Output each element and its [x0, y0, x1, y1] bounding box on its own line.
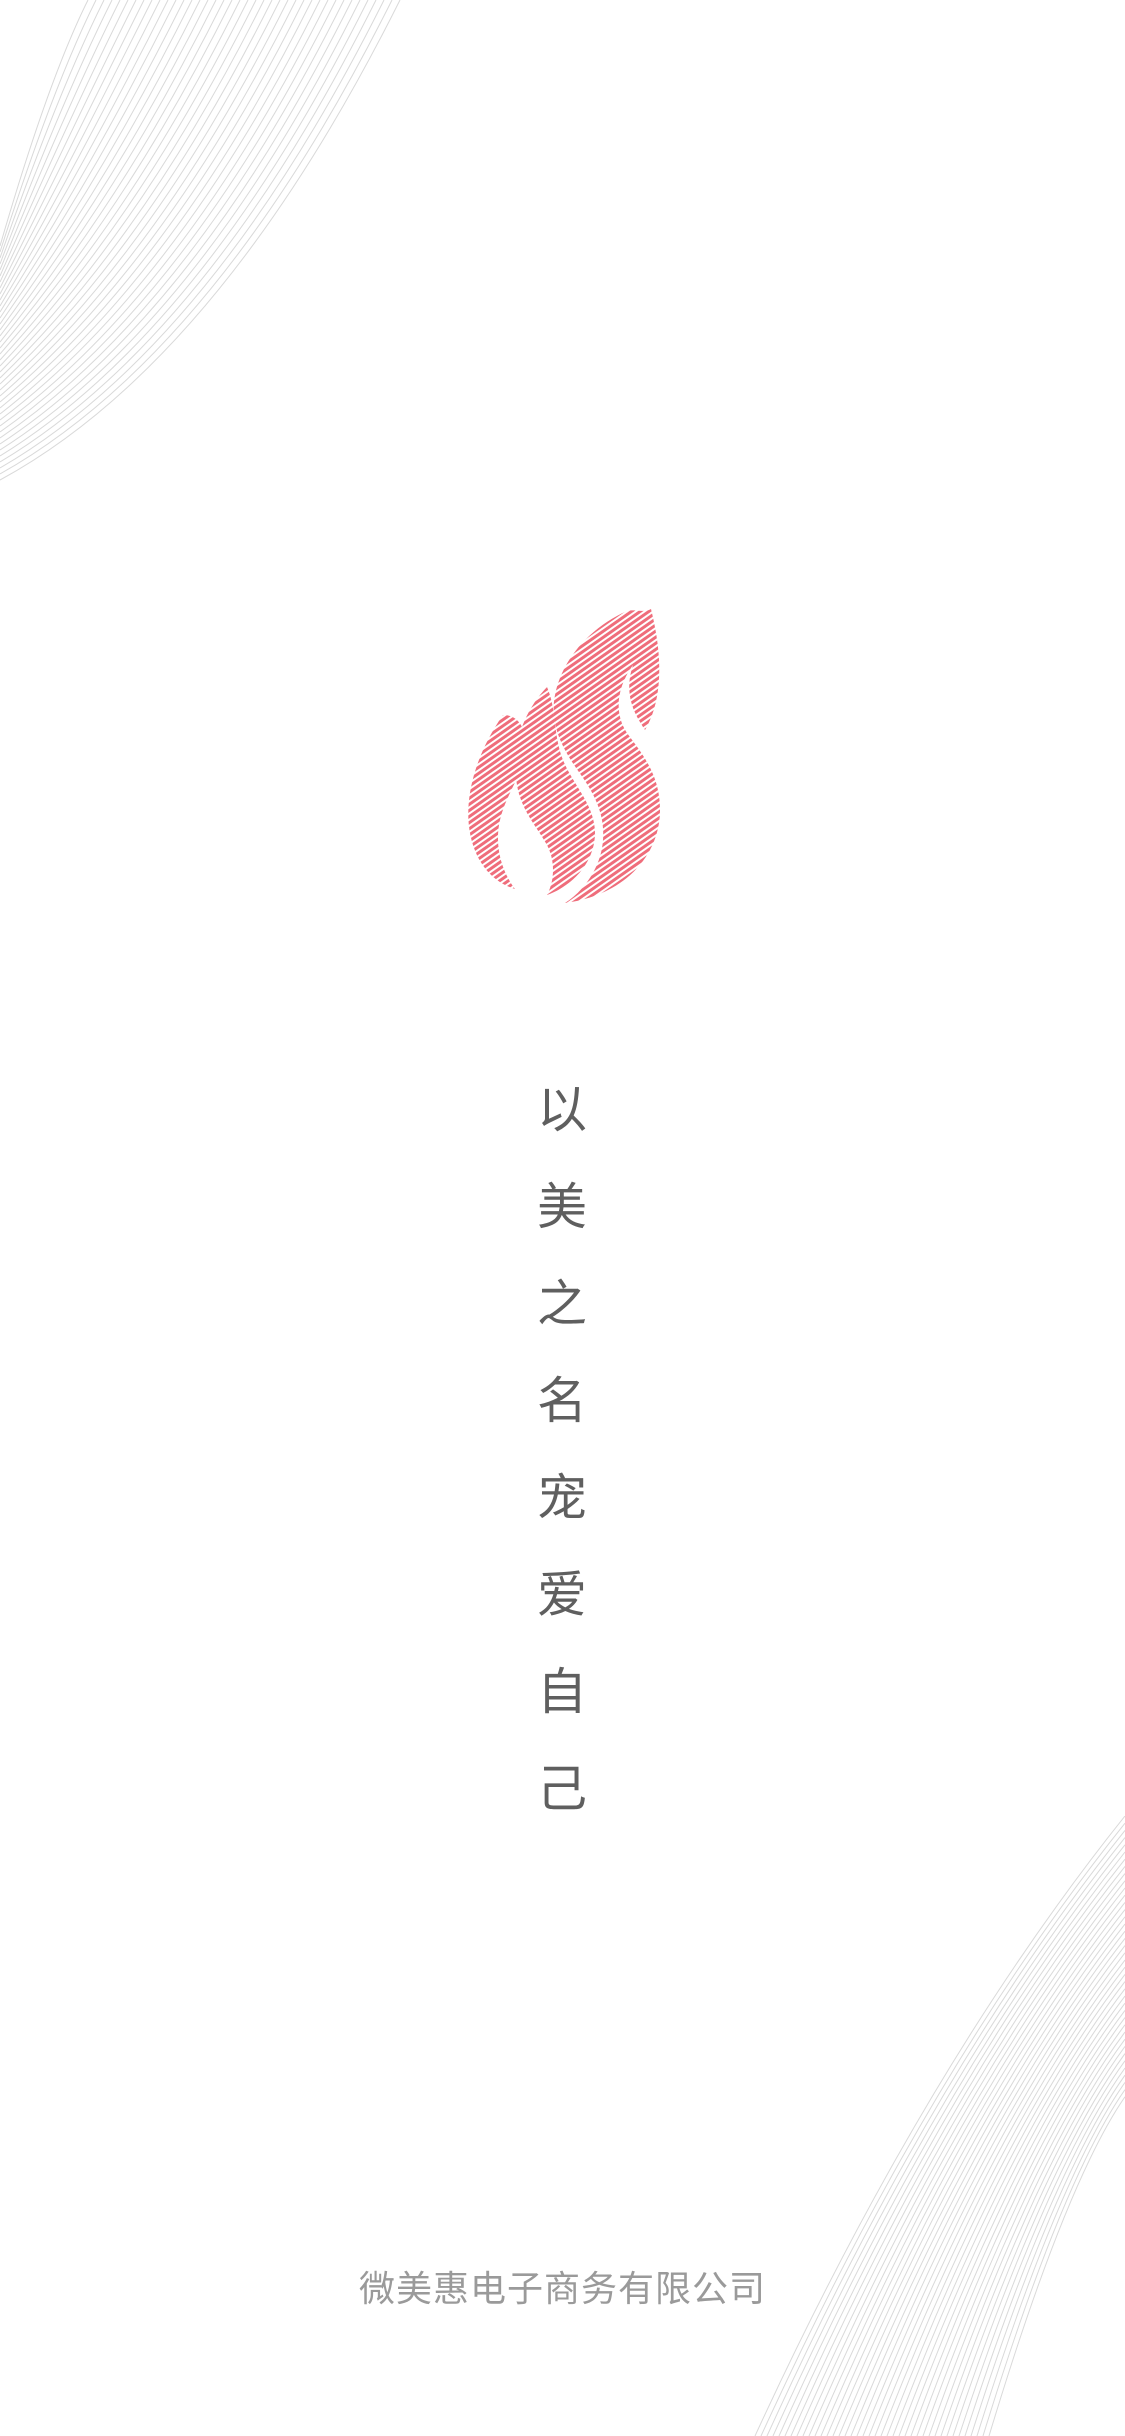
company-name: 微美惠电子商务有限公司	[358, 2269, 766, 2310]
flame-logo-icon	[468, 609, 660, 903]
decorative-line	[0, 0, 121, 271]
decorative-line	[778, 1844, 1125, 2436]
decorative-line	[832, 1909, 1125, 2436]
decorative-arc-top-left	[0, 0, 401, 481]
decorative-arc-bottom-right	[754, 1816, 1125, 2436]
decorative-line	[0, 0, 161, 301]
decorative-line	[0, 0, 177, 313]
decorative-line	[0, 0, 137, 283]
slogan-char: 自	[537, 1663, 587, 1721]
slogan-char: 名	[537, 1372, 587, 1430]
slogan-char: 宠	[537, 1469, 587, 1527]
decorative-line	[820, 1894, 1125, 2436]
decorative-line	[802, 1873, 1125, 2436]
decorative-line	[0, 0, 393, 475]
slogan-char: 美	[537, 1178, 587, 1236]
decorative-line	[0, 0, 353, 445]
decorative-line	[784, 1851, 1125, 2436]
decorative-line	[0, 0, 113, 265]
slogan-char: 以	[537, 1081, 587, 1139]
decorative-line	[916, 2010, 1125, 2436]
slogan-vertical: 以 美 之 名 宠 爱 自 己	[512, 1075, 612, 1851]
slogan-char: 己	[537, 1760, 587, 1818]
decorative-line	[0, 0, 401, 481]
decorative-line	[0, 0, 233, 355]
decorative-line	[898, 1988, 1125, 2436]
decorative-line	[880, 1966, 1125, 2436]
decorative-line	[0, 0, 345, 439]
decorative-line	[0, 0, 185, 319]
decorative-line	[0, 0, 105, 259]
decorative-line	[934, 2031, 1125, 2436]
slogan-char: 爱	[537, 1566, 587, 1624]
slogan-char: 之	[537, 1275, 587, 1333]
decorative-line	[808, 1880, 1125, 2436]
decorative-line	[790, 1858, 1125, 2436]
